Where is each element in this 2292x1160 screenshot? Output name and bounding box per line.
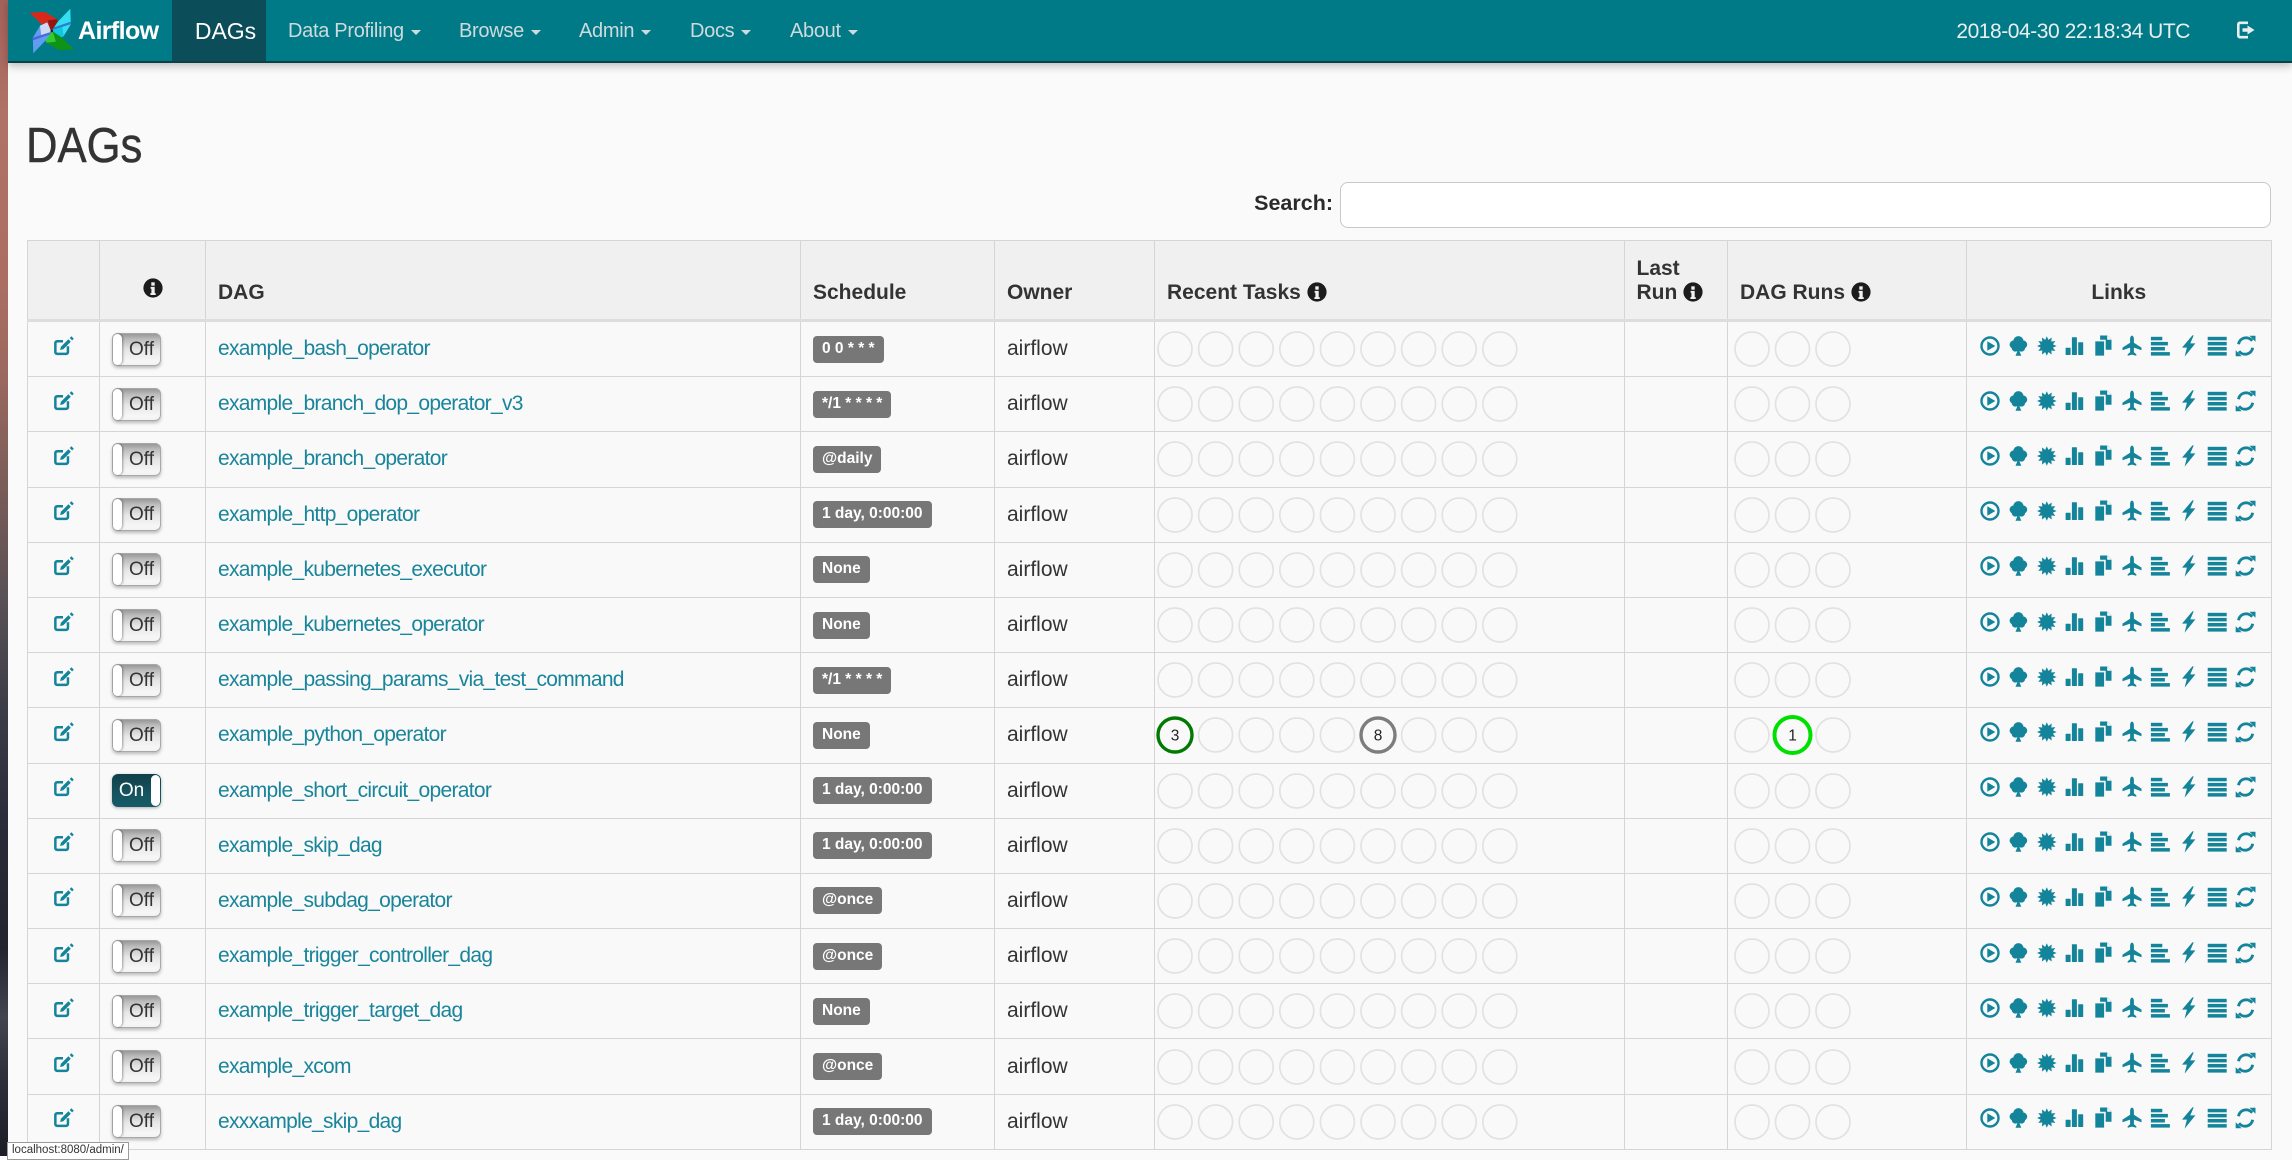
- svg-text:3: 3: [1171, 728, 1180, 745]
- svg-text:8: 8: [1374, 728, 1383, 745]
- svg-text:1: 1: [1788, 728, 1797, 745]
